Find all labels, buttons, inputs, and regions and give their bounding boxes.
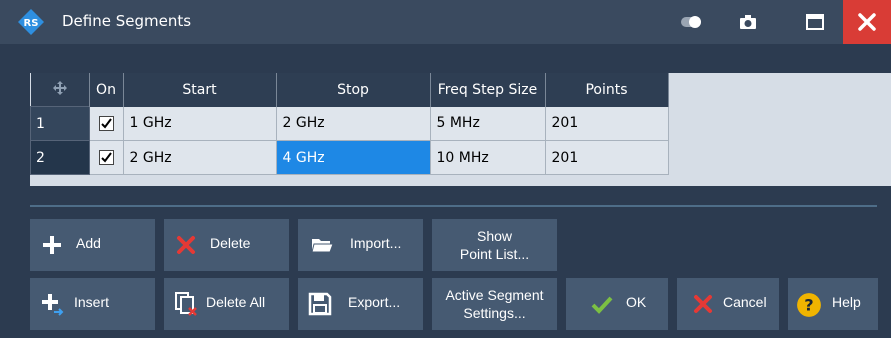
column-header-points[interactable]: Points: [545, 73, 669, 107]
add-label: Add: [76, 235, 101, 251]
segment-table[interactable]: On Start Stop Freq Step Size Points 1 1 …: [30, 73, 891, 186]
on-checkbox[interactable]: [98, 150, 114, 165]
insert-plus-icon: [42, 294, 64, 316]
column-header-freq-step-size[interactable]: Freq Step Size: [430, 73, 546, 107]
title-bar[interactable]: RS Define Segments: [0, 0, 891, 44]
show-point-list-label: Show Point List...: [459, 228, 530, 262]
save-disk-icon: [308, 292, 332, 316]
ok-button[interactable]: OK: [566, 278, 668, 330]
plus-icon: [43, 236, 61, 254]
cancel-button[interactable]: Cancel: [677, 278, 779, 330]
delete-all-label: Delete All: [206, 294, 266, 310]
stop-cell[interactable]: 2 GHz: [275, 106, 431, 141]
close-icon: [858, 13, 876, 31]
table-corner-header[interactable]: [30, 73, 90, 107]
camera-icon[interactable]: [737, 12, 759, 32]
table-row[interactable]: 2 2 GHz 4 GHz 10 MHz 201: [30, 140, 669, 175]
start-cell[interactable]: 2 GHz: [122, 140, 277, 175]
maximize-icon[interactable]: [804, 12, 826, 32]
cancel-label: Cancel: [723, 294, 767, 310]
stop-cell-selected[interactable]: 4 GHz: [275, 140, 431, 175]
table-row[interactable]: 1 1 GHz 2 GHz 5 MHz 201: [30, 106, 669, 141]
insert-label: Insert: [74, 294, 110, 310]
help-button[interactable]: ? Help: [788, 278, 878, 330]
on-checkbox-cell[interactable]: [88, 140, 124, 175]
toggle-icon[interactable]: [680, 12, 702, 32]
start-cell[interactable]: 1 GHz: [122, 106, 277, 141]
cancel-x-icon: [694, 295, 712, 313]
move-icon: [52, 80, 67, 95]
checkmark-icon: [100, 118, 112, 129]
open-folder-icon: [311, 239, 334, 253]
points-cell[interactable]: 201: [544, 106, 669, 141]
export-label: Export...: [348, 294, 401, 310]
dialog-title: Define Segments: [62, 12, 192, 30]
import-label: Import...: [350, 235, 402, 251]
insert-button[interactable]: Insert: [30, 278, 155, 330]
add-button[interactable]: Add: [30, 219, 155, 271]
svg-text:?: ?: [804, 295, 813, 314]
import-button[interactable]: Import...: [298, 219, 423, 271]
ok-label: OK: [626, 294, 647, 310]
svg-text:RS: RS: [24, 18, 39, 29]
on-checkbox-cell[interactable]: [88, 106, 124, 141]
help-label: Help: [832, 294, 861, 310]
export-button[interactable]: Export...: [298, 278, 423, 330]
step-size-cell[interactable]: 10 MHz: [429, 140, 546, 175]
divider: [30, 205, 877, 207]
active-segment-settings-label: Active Segment Settings...: [445, 287, 544, 321]
row-number[interactable]: 2: [30, 140, 90, 175]
row-number[interactable]: 1: [30, 106, 90, 141]
define-segments-dialog: RS Define Segments On Start Stop Freq St…: [0, 0, 891, 338]
delete-x-icon: [177, 236, 195, 254]
step-size-cell[interactable]: 5 MHz: [429, 106, 546, 141]
show-point-list-button[interactable]: Show Point List...: [432, 219, 557, 271]
delete-all-icon: [175, 292, 197, 316]
on-checkbox[interactable]: [98, 115, 114, 131]
delete-button[interactable]: Delete: [164, 219, 289, 271]
column-header-on[interactable]: On: [89, 73, 124, 107]
close-button[interactable]: [843, 0, 891, 44]
column-header-stop[interactable]: Stop: [276, 73, 431, 107]
checkmark-icon: [100, 152, 112, 163]
checkmark-icon: [591, 296, 613, 314]
active-segment-settings-button[interactable]: Active Segment Settings...: [432, 278, 557, 330]
points-cell[interactable]: 201: [544, 140, 669, 175]
delete-label: Delete: [210, 235, 251, 251]
column-header-start[interactable]: Start: [123, 73, 277, 107]
help-question-icon: ?: [797, 293, 821, 317]
delete-all-button[interactable]: Delete All: [164, 278, 289, 330]
rohde-schwarz-logo-icon: RS: [18, 9, 44, 35]
